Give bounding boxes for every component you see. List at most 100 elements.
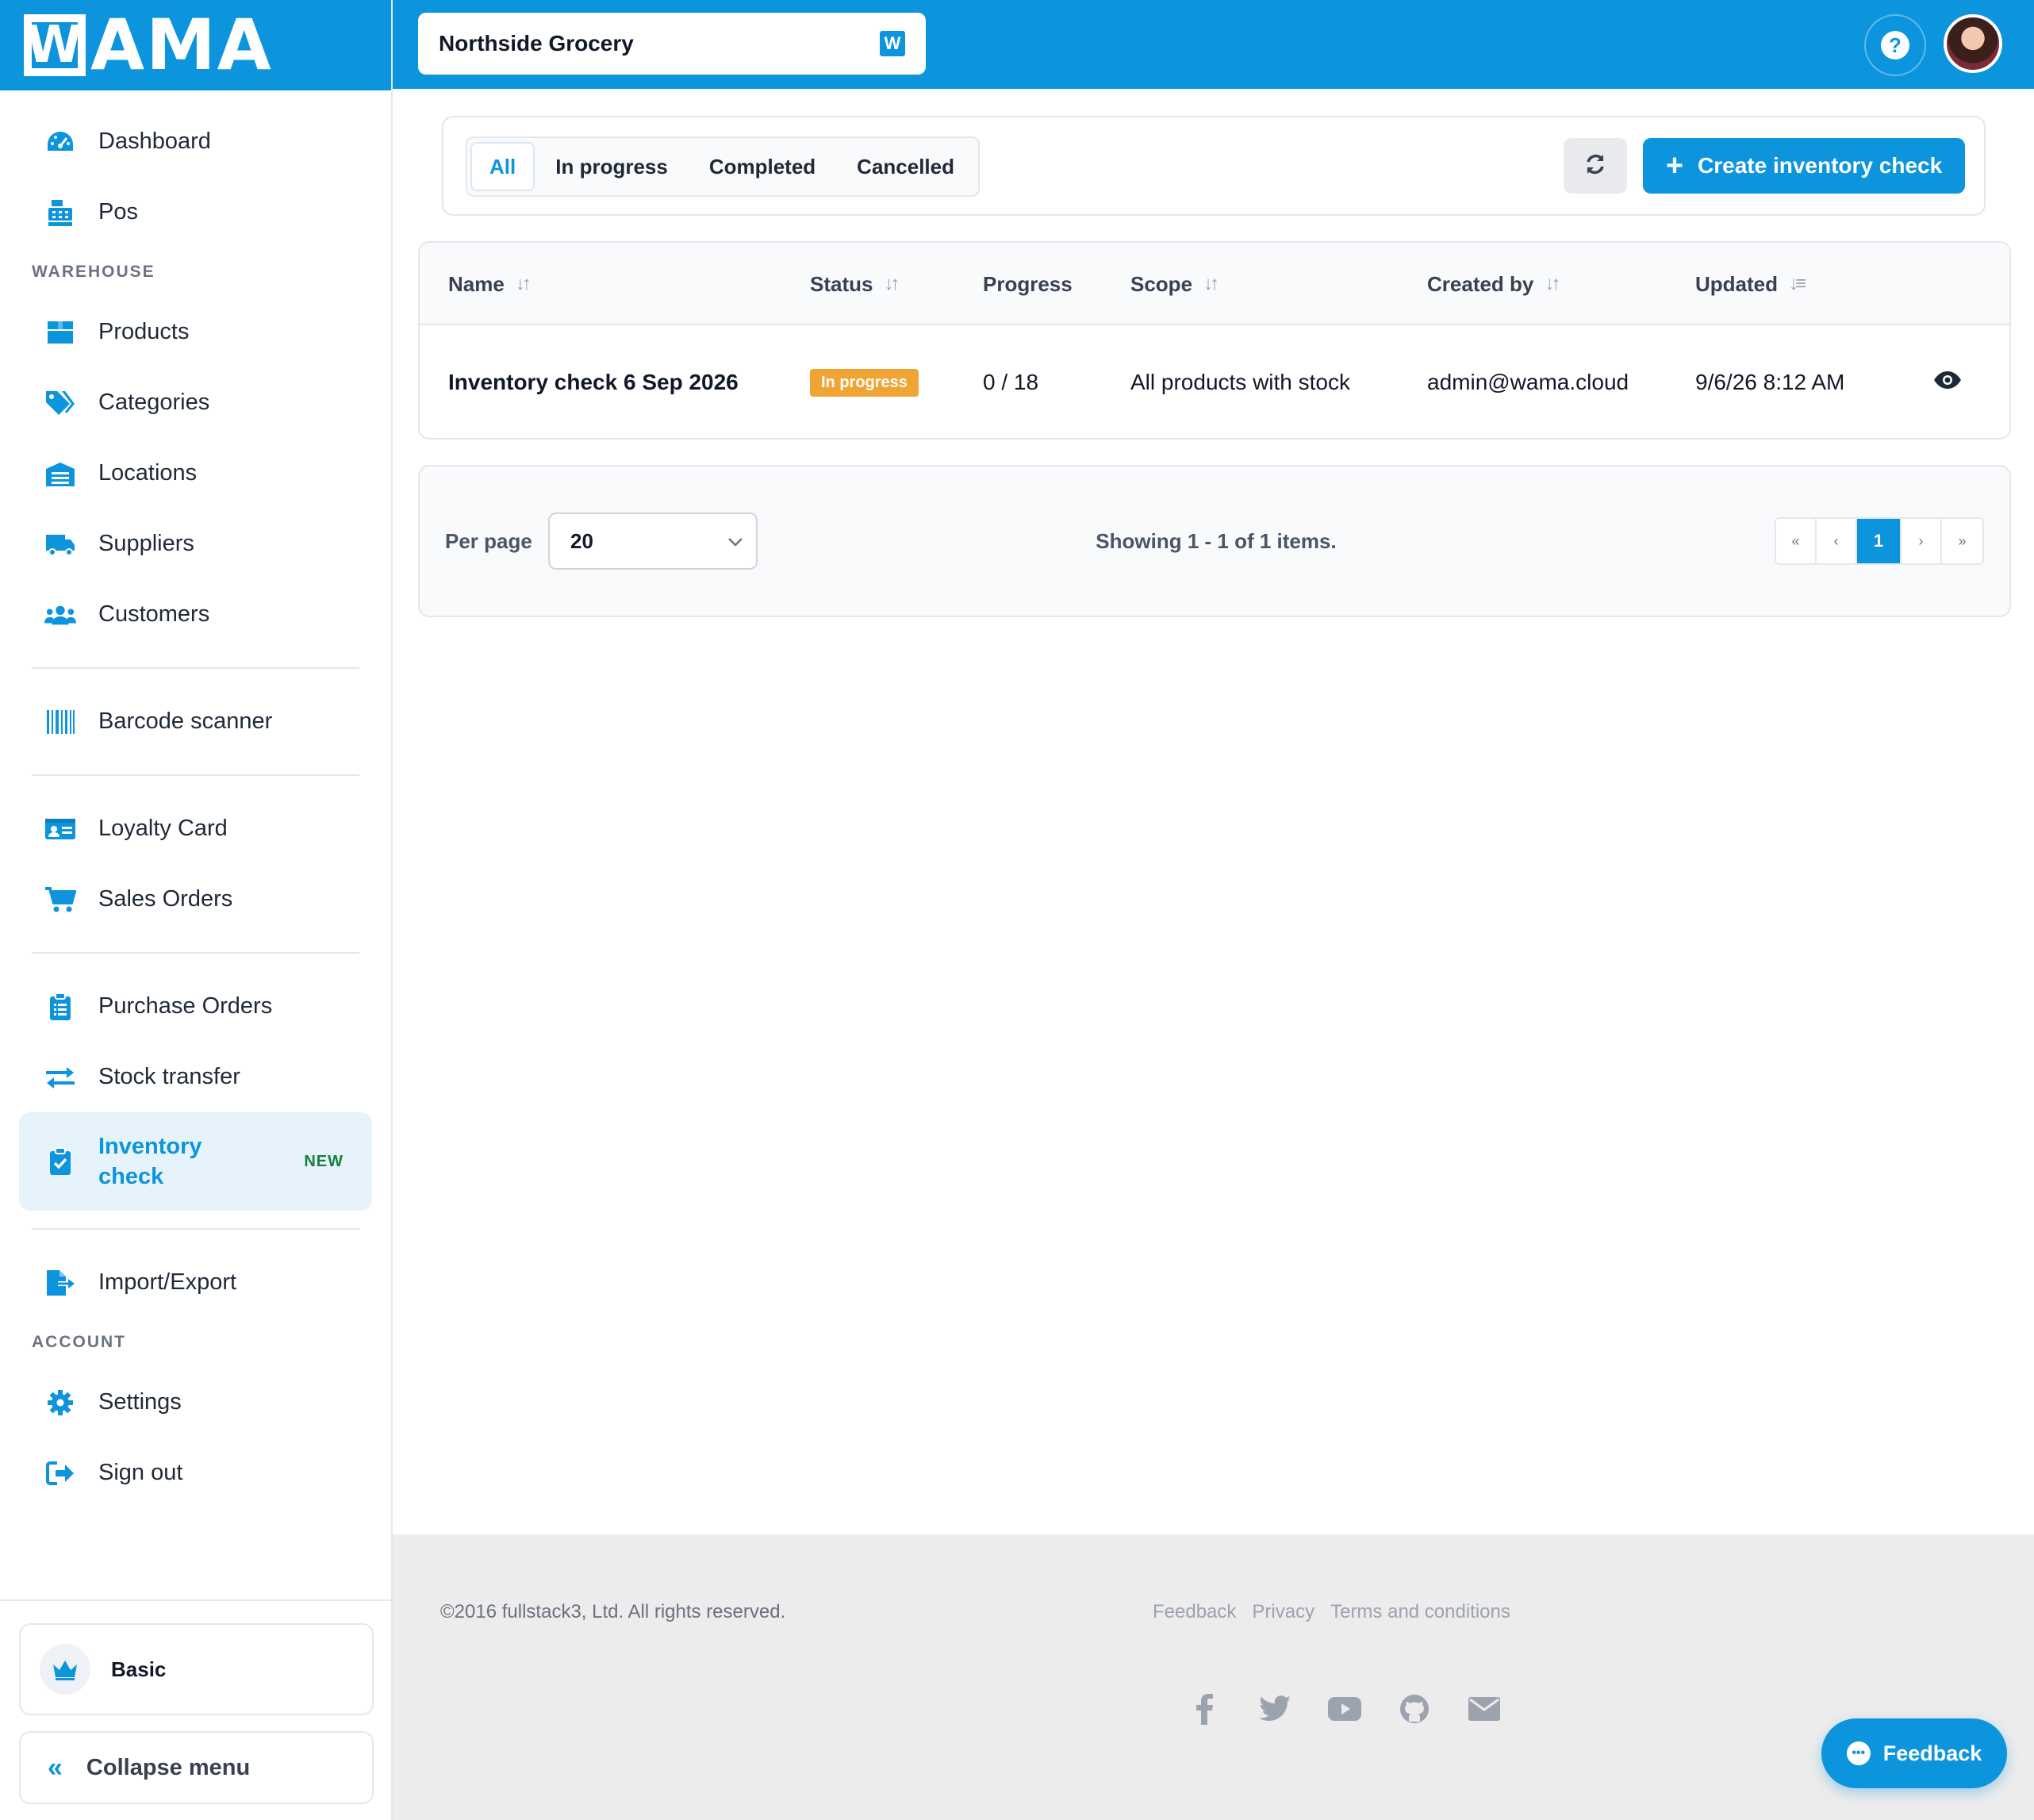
collapse-menu-button[interactable]: « Collapse menu	[19, 1731, 374, 1804]
footer-link-privacy[interactable]: Privacy	[1252, 1601, 1314, 1623]
cell-scope: All products with stock	[1130, 370, 1350, 394]
sidebar-item-label: Locations	[98, 460, 198, 486]
twitter-icon[interactable]	[1256, 1690, 1294, 1728]
youtube-icon[interactable]	[1326, 1690, 1364, 1728]
sidebar-nav: Dashboard Pos WAREHOUSE Products Categor…	[0, 90, 391, 1508]
sidebar-item-loyalty-card[interactable]: Loyalty Card	[0, 793, 391, 864]
cell-status: In progress	[810, 325, 919, 438]
last-page-button[interactable]: »	[1942, 519, 1982, 563]
sidebar-item-label: Customers	[98, 601, 210, 627]
column-label: Status	[810, 271, 873, 296]
column-label: Scope	[1130, 271, 1193, 296]
tab-all[interactable]: All	[470, 142, 535, 191]
footer-link-feedback[interactable]: Feedback	[1153, 1601, 1236, 1623]
tab-completed[interactable]: Completed	[689, 142, 836, 191]
question-circle-icon: ?	[1881, 31, 1909, 60]
sidebar-item-stock-transfer[interactable]: Stock transfer	[0, 1042, 391, 1112]
column-header-status[interactable]: Status ↓↑	[810, 243, 900, 325]
eye-icon	[1933, 370, 1962, 395]
wama-logo[interactable]: W AMA	[24, 10, 273, 80]
wama-mini-icon: W	[880, 31, 905, 56]
tab-cancelled[interactable]: Cancelled	[836, 142, 975, 191]
sidebar-item-label: Inventory check	[98, 1134, 202, 1189]
cell-name[interactable]: Inventory check 6 Sep 2026	[448, 325, 739, 438]
view-button[interactable]	[1933, 325, 1962, 438]
footer-link-terms[interactable]: Terms and conditions	[1330, 1601, 1510, 1623]
sidebar-item-dashboard[interactable]: Dashboard	[0, 106, 391, 177]
sidebar-item-inventory-check[interactable]: Inventory check NEW	[19, 1112, 372, 1211]
page-button-current[interactable]: 1	[1857, 519, 1902, 563]
collapse-menu-label: Collapse menu	[86, 1754, 251, 1780]
prev-page-button[interactable]: ‹	[1817, 519, 1857, 563]
store-selector[interactable]: Northside Grocery W	[418, 13, 926, 75]
divider	[32, 952, 359, 954]
divider	[32, 1228, 359, 1230]
sidebar-item-label: Import/Export	[98, 1269, 237, 1295]
create-button-label: Create inventory check	[1698, 153, 1943, 178]
new-badge: NEW	[304, 1152, 343, 1170]
sign-out-icon	[44, 1457, 76, 1489]
pagination-controls: « ‹ 1 › »	[1775, 517, 1984, 565]
sidebar-item-purchase-orders[interactable]: Purchase Orders	[0, 971, 391, 1042]
sidebar-item-barcode-scanner[interactable]: Barcode scanner	[0, 686, 391, 757]
warehouse-icon	[44, 458, 76, 490]
column-header-created-by[interactable]: Created by ↓↑	[1427, 243, 1560, 325]
sidebar-item-categories[interactable]: Categories	[0, 367, 391, 438]
status-filter-tabs: All In progress Completed Cancelled	[466, 136, 980, 197]
sort-icon: ↓↑	[1545, 273, 1560, 294]
first-page-button[interactable]: «	[1776, 519, 1817, 563]
cash-register-icon	[44, 197, 76, 228]
sort-icon: ↓↑	[1203, 273, 1219, 294]
sidebar-item-sales-orders[interactable]: Sales Orders	[0, 864, 391, 935]
help-button[interactable]: ?	[1864, 14, 1926, 76]
envelope-icon[interactable]	[1465, 1690, 1503, 1728]
refresh-icon	[1583, 152, 1607, 180]
sidebar-item-label: Categories	[98, 390, 210, 415]
footer-links: Feedback Privacy Terms and conditions	[1153, 1601, 1510, 1623]
barcode-icon	[44, 706, 76, 738]
sidebar-item-label: Purchase Orders	[98, 993, 273, 1019]
sidebar-item-suppliers[interactable]: Suppliers	[0, 509, 391, 579]
sidebar-item-label: Suppliers	[98, 531, 194, 556]
sidebar-item-sign-out[interactable]: Sign out	[0, 1438, 391, 1508]
sidebar-bottom: Basic « Collapse menu	[0, 1599, 393, 1820]
cart-icon	[44, 884, 76, 916]
users-icon	[44, 599, 76, 631]
column-label: Created by	[1427, 271, 1534, 296]
github-icon[interactable]	[1395, 1690, 1433, 1728]
copyright-text: ©2016 fullstack3, Ltd. All rights reserv…	[440, 1601, 786, 1622]
column-header-updated[interactable]: Updated ↓≡	[1695, 243, 1806, 325]
plus-icon: +	[1665, 149, 1684, 182]
sidebar-item-products[interactable]: Products	[0, 297, 391, 367]
tab-in-progress[interactable]: In progress	[535, 142, 689, 191]
column-label: Updated	[1695, 271, 1778, 296]
sidebar: W AMA Dashboard Pos WAREHOUSE Products C…	[0, 0, 393, 1820]
sidebar-item-label: Settings	[98, 1389, 182, 1415]
pagination-bar: Per page 20 Showing 1 - 1 of 1 items. « …	[418, 465, 2011, 617]
store-name: Northside Grocery	[439, 31, 634, 56]
feedback-floating-button[interactable]: ••• Feedback	[1821, 1718, 2007, 1788]
footer: ©2016 fullstack3, Ltd. All rights reserv…	[393, 1534, 2034, 1820]
feedback-button-label: Feedback	[1882, 1741, 1982, 1765]
next-page-button[interactable]: ›	[1902, 519, 1942, 563]
plan-button[interactable]: Basic	[19, 1623, 374, 1715]
cell-created-by: admin@wama.cloud	[1427, 370, 1629, 394]
column-label: Progress	[983, 271, 1073, 296]
social-links	[1186, 1690, 1503, 1728]
facebook-icon[interactable]	[1186, 1690, 1224, 1728]
user-avatar[interactable]	[1944, 14, 2002, 73]
refresh-button[interactable]	[1564, 138, 1627, 194]
topbar: Northside Grocery W ?	[393, 0, 2034, 89]
create-inventory-check-button[interactable]: + Create inventory check	[1643, 138, 1965, 194]
sidebar-item-settings[interactable]: Settings	[0, 1367, 391, 1438]
sidebar-item-customers[interactable]: Customers	[0, 579, 391, 650]
cell-updated: 9/6/26 8:12 AM	[1695, 370, 1845, 394]
sidebar-item-import-export[interactable]: Import/Export	[0, 1247, 391, 1318]
table-row[interactable]: Inventory check 6 Sep 2026 In progress 0…	[420, 325, 2009, 438]
clipboard-list-icon	[44, 991, 76, 1023]
sidebar-item-locations[interactable]: Locations	[0, 438, 391, 509]
column-header-scope[interactable]: Scope ↓↑	[1130, 243, 1219, 325]
column-header-name[interactable]: Name ↓↑	[448, 243, 532, 325]
sidebar-item-pos[interactable]: Pos	[0, 177, 391, 248]
dashboard-icon	[44, 126, 76, 158]
